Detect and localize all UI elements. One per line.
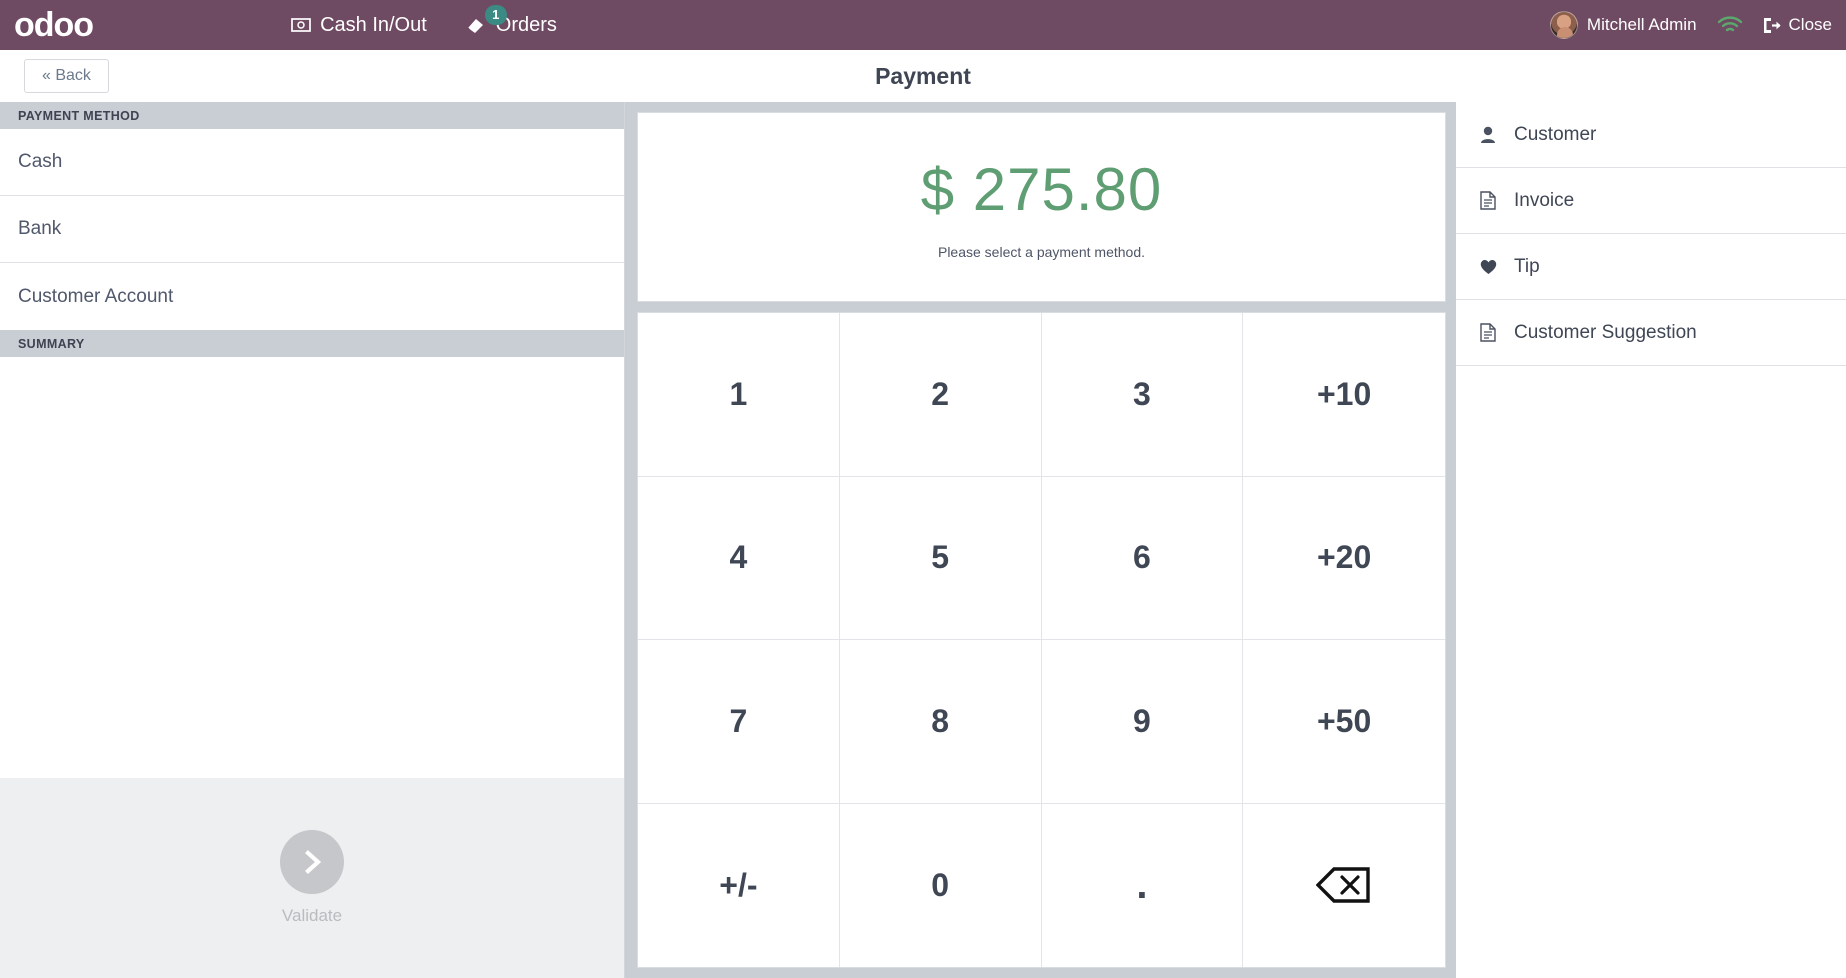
orders-count-badge: 1 (484, 4, 507, 25)
customer-button[interactable]: Customer (1456, 102, 1846, 168)
top-nav: Cash In/Out 1 Orders (289, 4, 559, 41)
numpad-key-plus-50[interactable]: +50 (1243, 640, 1445, 804)
amount-value: $ 275.80 (920, 155, 1163, 223)
numpad: 1 2 3 +10 4 5 6 +20 7 8 9 +50 +/- 0 . (637, 312, 1446, 968)
close-button[interactable]: Close (1763, 15, 1832, 35)
invoice-button[interactable]: Invoice (1456, 168, 1846, 234)
cash-icon (291, 18, 311, 32)
close-label: Close (1788, 15, 1832, 34)
right-panel: Customer Invoice Tip Customer Suggestion (1456, 102, 1846, 978)
payment-method-label: Cash (18, 151, 63, 172)
validate-button[interactable]: Validate (0, 778, 624, 978)
customer-suggestion-label: Customer Suggestion (1514, 321, 1697, 343)
numpad-key-4[interactable]: 4 (638, 476, 840, 640)
odoo-logo[interactable]: odoo (14, 8, 94, 42)
numpad-key-plus-20[interactable]: +20 (1243, 476, 1445, 640)
numpad-key-backspace[interactable] (1243, 803, 1445, 967)
cash-in-out-button[interactable]: Cash In/Out (289, 10, 429, 41)
orders-button[interactable]: 1 Orders (463, 4, 559, 41)
user-name: Mitchell Admin (1586, 15, 1697, 34)
payment-method-cash[interactable]: Cash (0, 129, 624, 196)
user-menu[interactable]: Mitchell Admin (1549, 11, 1697, 39)
numpad-key-7[interactable]: 7 (638, 640, 840, 804)
payment-center-panel: $ 275.80 Please select a payment method.… (625, 102, 1456, 978)
summary-body (0, 357, 624, 778)
invoice-label: Invoice (1514, 189, 1575, 211)
numpad-key-decimal[interactable]: . (1041, 803, 1244, 967)
payment-method-list: Cash Bank Customer Account (0, 129, 624, 330)
payment-method-label: Bank (18, 218, 62, 239)
tip-label: Tip (1514, 255, 1540, 277)
left-panel: PAYMENT METHOD Cash Bank Customer Accoun… (0, 102, 625, 978)
avatar (1549, 11, 1578, 39)
payment-method-customer-account[interactable]: Customer Account (0, 263, 624, 330)
numpad-key-9[interactable]: 9 (1041, 640, 1244, 804)
top-bar-right: Mitchell Admin Close (1549, 0, 1832, 50)
pos-payment-screen: odoo Cash In/Out 1 Orders Mitchell Admin… (0, 0, 1846, 978)
chevron-right-icon (280, 830, 344, 894)
top-bar: odoo Cash In/Out 1 Orders Mitchell Admin… (0, 0, 1846, 50)
body: PAYMENT METHOD Cash Bank Customer Accoun… (0, 102, 1846, 978)
summary-header: SUMMARY (0, 330, 624, 357)
numpad-key-8[interactable]: 8 (839, 640, 1042, 804)
payment-method-label: Customer Account (18, 285, 174, 307)
title-row: « Back Payment (0, 50, 1846, 102)
numpad-key-sign[interactable]: +/- (638, 803, 840, 967)
wifi-icon[interactable] (1717, 16, 1743, 34)
document-icon (1478, 323, 1498, 342)
backspace-icon (1316, 865, 1372, 905)
back-button[interactable]: « Back (24, 59, 109, 93)
heart-icon (1478, 258, 1498, 275)
document-icon (1478, 191, 1498, 210)
person-icon (1478, 126, 1498, 144)
right-panel-empty-area (1456, 366, 1846, 978)
amount-display: $ 275.80 Please select a payment method. (637, 112, 1446, 302)
numpad-key-0[interactable]: 0 (839, 803, 1042, 967)
amount-note: Please select a payment method. (937, 243, 1145, 260)
validate-label: Validate (281, 906, 343, 925)
page-title: Payment (875, 62, 971, 89)
numpad-key-plus-10[interactable]: +10 (1243, 313, 1445, 477)
tip-button[interactable]: Tip (1456, 234, 1846, 300)
numpad-key-1[interactable]: 1 (638, 313, 840, 477)
cash-in-out-label: Cash In/Out (320, 13, 427, 36)
numpad-key-6[interactable]: 6 (1041, 476, 1244, 640)
payment-method-header: PAYMENT METHOD (0, 102, 624, 129)
customer-suggestion-button[interactable]: Customer Suggestion (1456, 300, 1846, 366)
orders-icon (465, 15, 487, 35)
payment-method-bank[interactable]: Bank (0, 196, 624, 263)
numpad-key-5[interactable]: 5 (839, 476, 1042, 640)
numpad-key-2[interactable]: 2 (839, 313, 1042, 477)
sign-out-icon (1763, 17, 1782, 34)
numpad-key-3[interactable]: 3 (1041, 313, 1244, 477)
customer-label: Customer (1514, 123, 1597, 145)
